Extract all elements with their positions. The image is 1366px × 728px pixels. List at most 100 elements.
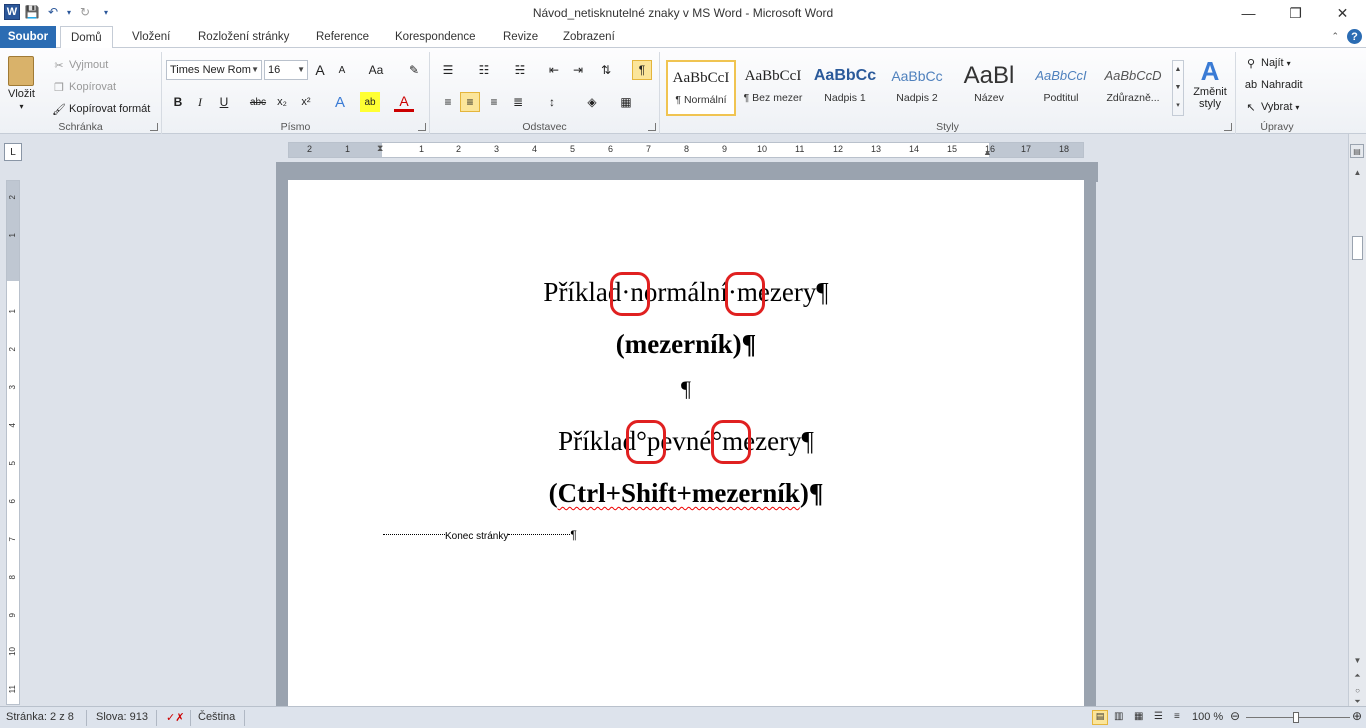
outline-view-icon[interactable]: ☰	[1154, 711, 1163, 722]
zoom-slider-thumb[interactable]	[1293, 712, 1299, 723]
ruler-number: 11	[795, 144, 805, 154]
ruler-toggle-icon[interactable]: ▤	[1350, 144, 1364, 158]
cut-button[interactable]: ✂ Vyjmout	[52, 58, 108, 72]
font-color-button[interactable]: A	[394, 92, 414, 112]
underline-button[interactable]: U	[214, 92, 234, 112]
change-styles-button[interactable]: A Změnit styly	[1188, 56, 1232, 110]
format-painter-button[interactable]: 🖌 Kopírovat formát	[52, 102, 150, 116]
zoom-in-icon[interactable]: ⊕	[1352, 709, 1362, 723]
superscript-button[interactable]: x²	[296, 92, 316, 112]
sort-icon[interactable]: ⇅	[596, 60, 616, 80]
tab-page-layout[interactable]: Rozložení stránky	[188, 26, 299, 48]
font-group: Times New Rom ▼ 16 ▼ A A Aa ✎ B I U abc x₂…	[162, 52, 430, 134]
maximize-button[interactable]: ❐	[1272, 0, 1319, 26]
word-count[interactable]: Slova: 913	[96, 711, 148, 723]
copy-button[interactable]: ❐ Kopírovat	[52, 80, 116, 94]
full-screen-view-icon[interactable]: ▥	[1114, 711, 1123, 722]
ruler-number: 13	[871, 144, 882, 154]
bold-button[interactable]: B	[168, 92, 188, 112]
page-count[interactable]: Stránka: 2 z 8	[6, 711, 74, 723]
minimize-button[interactable]: —	[1225, 0, 1272, 26]
paragraph-empty[interactable]: ¶	[288, 376, 1084, 402]
highlight-button[interactable]: ab	[360, 92, 380, 112]
style-normal[interactable]: AaBbCcI ¶ Normální	[666, 60, 736, 116]
style-title[interactable]: AaBl Název	[954, 60, 1024, 116]
indent-marker-icon[interactable]: ⧗	[377, 143, 383, 154]
multilevel-list-icon[interactable]: ☵	[510, 60, 530, 80]
shrink-font-button[interactable]: A	[332, 60, 352, 80]
change-case-button[interactable]: Aa	[362, 60, 390, 80]
tab-mailings[interactable]: Korespondence	[385, 26, 486, 48]
horizontal-ruler[interactable]: 2 1 1 2 3 4 5 6 7 8 9 10 11 12 13 14 15 …	[288, 142, 1084, 158]
scroll-thumb[interactable]	[1352, 236, 1363, 260]
vertical-scrollbar[interactable]: ▤ ▲ ▼ ⏶ ○ ⏷	[1348, 134, 1366, 706]
tab-references[interactable]: Reference	[306, 26, 379, 48]
paragraph-shortcut[interactable]: (Ctrl+Shift+mezerník)¶	[288, 478, 1084, 509]
shading-icon[interactable]: ◈	[582, 92, 602, 112]
line-spacing-icon[interactable]: ↕	[542, 92, 562, 112]
clipboard-icon	[8, 56, 35, 86]
tab-selector[interactable]: L	[4, 143, 22, 161]
help-icon[interactable]: ?	[1347, 29, 1362, 44]
style-no-spacing[interactable]: AaBbCcI ¶ Bez mezer	[738, 60, 808, 116]
style-heading-2[interactable]: AaBbCc Nadpis 2	[882, 60, 952, 116]
right-indent-marker-icon[interactable]: ▲	[983, 147, 992, 157]
numbering-icon[interactable]: ☷	[474, 60, 494, 80]
close-button[interactable]: ✕	[1319, 0, 1366, 26]
paste-button[interactable]: Vložit ▾	[8, 56, 35, 111]
scroll-down-icon[interactable]: ▼	[1349, 652, 1366, 668]
font-launcher-icon[interactable]	[418, 123, 426, 131]
style-heading-1[interactable]: AaBbCc Nadpis 1	[810, 60, 880, 116]
replace-button[interactable]: ab Nahradit	[1244, 78, 1303, 92]
ruler-number: 2	[456, 144, 462, 154]
tab-view[interactable]: Zobrazení	[553, 26, 625, 48]
styles-scroll[interactable]: ▲ ▼ ▾	[1172, 60, 1184, 116]
decrease-indent-icon[interactable]: ⇤	[544, 60, 564, 80]
tab-home[interactable]: Domů	[60, 26, 113, 49]
minimize-ribbon-icon[interactable]: ⌃	[1331, 31, 1339, 42]
grow-font-button[interactable]: A	[310, 60, 330, 80]
tab-file[interactable]: Soubor	[0, 26, 56, 48]
subscript-button[interactable]: x₂	[272, 92, 292, 112]
web-layout-view-icon[interactable]: ▦	[1134, 711, 1143, 722]
find-button[interactable]: ⚲ Najít ▾	[1244, 56, 1291, 70]
language[interactable]: Čeština	[198, 711, 235, 723]
proofing-icon[interactable]: ✓✗	[166, 711, 184, 724]
justify-icon[interactable]: ≣	[508, 92, 528, 112]
style-subtitle[interactable]: AaBbCcI Podtitul	[1026, 60, 1096, 116]
increase-indent-icon[interactable]: ⇥	[568, 60, 588, 80]
font-size-combo[interactable]: 16 ▼	[264, 60, 308, 80]
style-emphasis[interactable]: AaBbCcD Zdůrazně...	[1098, 60, 1168, 116]
paragraph-normal-space[interactable]: Příklad·normální·mezery¶	[288, 277, 1084, 308]
align-right-icon[interactable]: ≡	[484, 92, 504, 112]
draft-view-icon[interactable]: ≡	[1174, 711, 1180, 722]
print-layout-view-icon[interactable]: ▤	[1092, 710, 1108, 725]
ruler-number: 12	[833, 144, 844, 154]
document-page[interactable]: Příklad·normální·mezery¶ (mezerník)¶ ¶ P…	[288, 180, 1084, 706]
font-name-combo[interactable]: Times New Rom ▼	[166, 60, 262, 80]
zoom-out-icon[interactable]: ⊖	[1230, 709, 1240, 723]
strikethrough-button[interactable]: abc	[248, 92, 268, 112]
text-effects-button[interactable]: A	[330, 92, 350, 112]
italic-button[interactable]: I	[190, 92, 210, 112]
ruler-number: 17	[1021, 144, 1032, 154]
tab-insert[interactable]: Vložení	[122, 26, 180, 48]
zoom-level[interactable]: 100 %	[1192, 711, 1223, 723]
bullets-icon[interactable]: ☰	[438, 60, 458, 80]
scroll-up-icon[interactable]: ▲	[1349, 164, 1366, 180]
show-formatting-button[interactable]: ¶	[632, 60, 652, 80]
ribbon: Vložit ▾ ✂ Vyjmout ❐ Kopírovat 🖌 Kopírovat …	[0, 48, 1366, 134]
styles-launcher-icon[interactable]	[1224, 123, 1232, 131]
clipboard-launcher-icon[interactable]	[150, 123, 158, 131]
clear-format-icon[interactable]: ✎	[404, 60, 424, 80]
paragraph-spacebar[interactable]: (mezerník)¶	[288, 329, 1084, 360]
align-center-icon[interactable]: ≡	[460, 92, 480, 112]
tab-review[interactable]: Revize	[493, 26, 548, 48]
select-button[interactable]: ↖ Vybrat ▾	[1244, 100, 1299, 114]
align-left-icon[interactable]: ≡	[438, 92, 458, 112]
vertical-ruler[interactable]: 2 1 1 2 3 4 5 6 7 8 9 10 11	[6, 180, 20, 705]
borders-icon[interactable]: ▦	[616, 92, 636, 112]
paragraph-nonbreaking-space[interactable]: Příklad°pevné°mezery¶	[288, 426, 1084, 457]
paragraph-launcher-icon[interactable]	[648, 123, 656, 131]
highlight-circle	[626, 420, 666, 464]
